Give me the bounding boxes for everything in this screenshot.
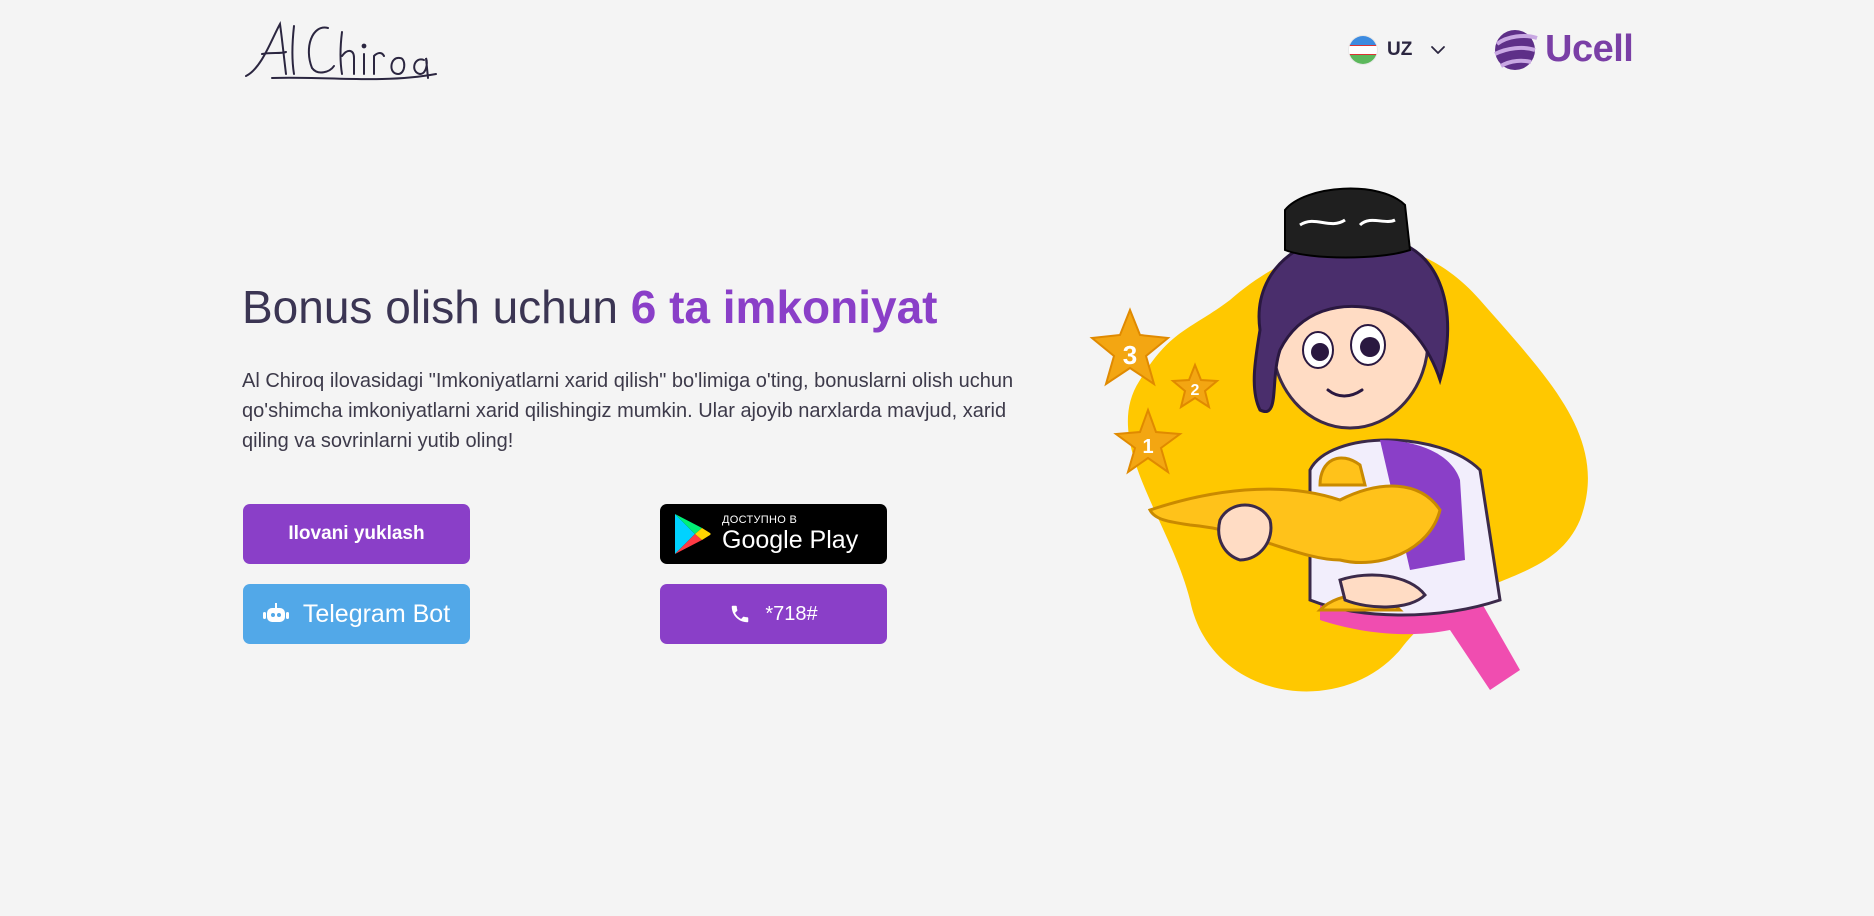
uzbekistan-flag-icon <box>1349 36 1377 64</box>
google-play-small-label: ДОСТУПНО В <box>722 514 798 526</box>
genie-boy-illustration: 3 2 1 <box>1080 180 1620 710</box>
telegram-bot-button[interactable]: Telegram Bot <box>243 584 470 644</box>
robot-icon <box>262 603 289 622</box>
star-1-label: 1 <box>1142 436 1153 458</box>
google-play-icon <box>675 514 711 554</box>
phone-icon <box>732 605 749 623</box>
ussd-call-label: *718# <box>765 602 818 625</box>
star-3-label: 3 <box>1123 340 1137 370</box>
hero-title-main: Bonus olish uchun <box>242 281 631 333</box>
al-chiroq-logo[interactable] <box>242 18 438 84</box>
google-play-text: ДОСТУПНО В Google Play <box>722 515 858 553</box>
download-app-label: Ilovani yuklash <box>288 523 425 544</box>
language-code: UZ <box>1387 39 1413 60</box>
ussd-call-button[interactable]: *718# <box>660 584 887 644</box>
al-chiroq-logo-script-icon <box>245 20 437 81</box>
language-selector[interactable]: UZ <box>1349 36 1446 64</box>
google-play-button[interactable]: ДОСТУПНО В Google Play <box>660 504 887 564</box>
hero-section: Bonus olish uchun 6 ta imkoniyat Al Chir… <box>242 280 1062 452</box>
ucell-brand-name: Ucell <box>1545 27 1634 70</box>
star-2-label: 2 <box>1191 382 1200 399</box>
download-app-button[interactable]: Ilovani yuklash <box>243 504 470 564</box>
telegram-bot-label: Telegram Bot <box>302 599 451 628</box>
chevron-down-icon <box>1431 46 1446 54</box>
hero-title: Bonus olish uchun 6 ta imkoniyat <box>242 280 1062 334</box>
google-play-big-label: Google Play <box>722 526 859 554</box>
hero-title-accent: 6 ta imkoniyat <box>630 281 938 333</box>
header: UZ Ucell <box>0 0 1874 100</box>
ucell-globe-icon <box>1494 30 1538 70</box>
hero-description: Al Chiroq ilovasidagi "Imkoniyatlarni xa… <box>242 370 1014 452</box>
ucell-brand-logo[interactable]: Ucell <box>1493 24 1634 74</box>
